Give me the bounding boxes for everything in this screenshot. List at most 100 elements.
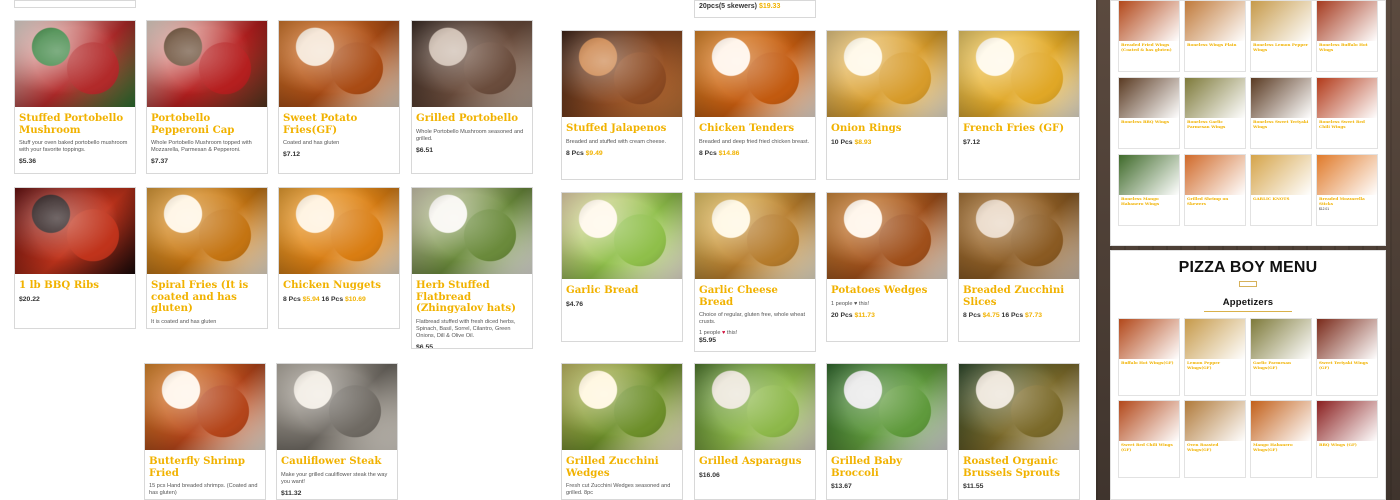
mini-menu-title[interactable]: Lemon Pepper Wings(GF)	[1185, 359, 1245, 370]
mini-menu-item[interactable]: Grilled Shrimp on Skewers	[1184, 154, 1246, 226]
mini-menu-item[interactable]: Breaded Mozzarella Sticks $12.01	[1316, 154, 1378, 226]
menu-pill[interactable]	[1239, 281, 1257, 287]
menu-item-card[interactable]: Portobello Pepperoni Cap Whole Portobello…	[146, 20, 268, 174]
menu-item-image[interactable]	[412, 21, 532, 107]
menu-item-card[interactable]: Garlic Cheese Bread Choice of regular, gl…	[694, 192, 816, 352]
mini-menu-item[interactable]: Boneless BBQ Wings	[1118, 77, 1180, 149]
mini-menu-title[interactable]: Boneless Mango Habanero Wings	[1119, 195, 1179, 206]
mini-menu-title[interactable]: BBQ Wings (GF)	[1317, 441, 1377, 448]
mini-menu-item[interactable]: Mango Habanero Wings(GF)	[1250, 400, 1312, 478]
menu-item-card[interactable]: Grilled Baby Broccoli $13.67	[826, 363, 948, 500]
menu-item-title[interactable]: Stuffed Portobello Mushroom	[19, 112, 131, 136]
mini-menu-item[interactable]: GARLIC KNOTS	[1250, 154, 1312, 226]
mini-menu-title[interactable]: Grilled Shrimp on Skewers	[1185, 195, 1245, 206]
mini-menu-item[interactable]: Sweet Teriyaki Wings (GF)	[1316, 318, 1378, 396]
mini-menu-title[interactable]: Breaded Fried Wings (Coated & has gluten…	[1119, 41, 1179, 52]
menu-item-title[interactable]: Butterfly Shrimp Fried	[149, 455, 261, 479]
menu-item-image[interactable]	[15, 188, 135, 274]
menu-item-image[interactable]	[562, 193, 682, 279]
menu-item-image[interactable]	[827, 364, 947, 450]
mini-menu-item[interactable]: Lemon Pepper Wings(GF)	[1184, 318, 1246, 396]
menu-item-image[interactable]	[15, 21, 135, 107]
mini-menu-image[interactable]	[1185, 1, 1245, 41]
mini-menu-title[interactable]: Mango Habanero Wings(GF)	[1251, 441, 1311, 452]
menu-item-card[interactable]: Grilled Portobello Whole Portobello Mushr…	[411, 20, 533, 174]
mini-menu-title[interactable]: GARLIC KNOTS	[1251, 195, 1311, 202]
mini-menu-image[interactable]	[1185, 401, 1245, 441]
mini-menu-title[interactable]: Boneless Garlic Parmesan Wings	[1185, 118, 1245, 129]
menu-item-card[interactable]: Roasted Organic Brussels Sprouts $11.55	[958, 363, 1080, 500]
menu-item-image[interactable]	[959, 31, 1079, 117]
menu-item-image[interactable]	[277, 364, 397, 450]
menu-item-card[interactable]: Grilled Zucchini Wedges Fresh cut Zucchin…	[561, 363, 683, 500]
menu-item-card[interactable]: Onion Rings 10 Pcs $8.93	[826, 30, 948, 180]
mini-menu-item[interactable]: Boneless Lemon Pepper Wings	[1250, 0, 1312, 72]
menu-item-card[interactable]: Grilled Asparagus $16.06	[694, 363, 816, 500]
menu-item-title[interactable]: Herb Stuffed Flatbread (Zhingyalov hats)	[416, 279, 528, 315]
mini-menu-title[interactable]: Sweet Red Chili Wings (GF)	[1119, 441, 1179, 452]
mini-menu-title[interactable]: Sweet Teriyaki Wings (GF)	[1317, 359, 1377, 370]
mini-menu-image[interactable]	[1185, 78, 1245, 118]
menu-item-image[interactable]	[147, 21, 267, 107]
menu-item-image[interactable]	[562, 31, 682, 117]
menu-item-title[interactable]: Grilled Portobello	[416, 112, 528, 125]
mini-menu-title[interactable]: Buffalo Hot Wings(GF)	[1119, 359, 1179, 366]
menu-item-card[interactable]: Chicken Nuggets 8 Pcs $5.94 16 Pcs $10.69	[278, 187, 400, 329]
menu-item-image[interactable]	[695, 364, 815, 450]
mini-menu-image[interactable]	[1251, 401, 1311, 441]
mini-menu-image[interactable]	[1119, 319, 1179, 359]
mini-menu-image[interactable]	[1119, 401, 1179, 441]
menu-item-card[interactable]: Sweet Potato Fries(GF) Coated and has glu…	[278, 20, 400, 174]
menu-item-image[interactable]	[695, 193, 815, 279]
menu-item-image[interactable]	[279, 21, 399, 107]
menu-item-image[interactable]	[412, 188, 532, 274]
menu-item-card[interactable]: Butterfly Shrimp Fried 15 pcs Hand breade…	[144, 363, 266, 500]
menu-item-card[interactable]: Breaded Zucchini Slices 8 Pcs $4.75 16 Pc…	[958, 192, 1080, 342]
menu-item-title[interactable]: Spiral Fries (It is coated and has glute…	[151, 279, 263, 315]
mini-menu-image[interactable]	[1251, 78, 1311, 118]
menu-item-image[interactable]	[959, 364, 1079, 450]
menu-item-card[interactable]: Chicken Tenders Breaded and deep fried fr…	[694, 30, 816, 180]
mini-menu-image[interactable]	[1317, 401, 1377, 441]
menu-item-card[interactable]: Potatoes Wedges 1 people ♥ this! 20 Pcs $1…	[826, 192, 948, 342]
mini-menu-item[interactable]: Boneless Sweet Teriyaki Wings	[1250, 77, 1312, 149]
mini-menu-item[interactable]: Boneless Garlic Parmesan Wings	[1184, 77, 1246, 149]
mini-menu-image[interactable]	[1185, 319, 1245, 359]
menu-item-card[interactable]: Garlic Bread $4.76	[561, 192, 683, 342]
menu-item-title[interactable]: Sweet Potato Fries(GF)	[283, 112, 395, 136]
menu-item-title[interactable]: 1 lb BBQ Ribs	[19, 279, 131, 292]
mini-menu-title[interactable]: Boneless Lemon Pepper Wings	[1251, 41, 1311, 52]
mini-menu-item[interactable]: Garlic Parmesan Wings(GF)	[1250, 318, 1312, 396]
menu-item-card[interactable]: Stuffed Jalapenos Breaded and stuffed wit…	[561, 30, 683, 180]
menu-item-card[interactable]: 1 lb BBQ Ribs $20.22	[14, 187, 136, 329]
menu-item-image[interactable]	[145, 364, 265, 450]
menu-item-card[interactable]: Cauliflower Steak Make your grilled cauli…	[276, 363, 398, 500]
menu-item-title[interactable]: Garlic Bread	[566, 284, 678, 297]
menu-item-title[interactable]: Cauliflower Steak	[281, 455, 393, 468]
menu-item-card[interactable]: Spiral Fries (It is coated and has glute…	[146, 187, 268, 329]
menu-item-title[interactable]: Chicken Tenders	[699, 122, 811, 135]
menu-item-image[interactable]	[562, 364, 682, 450]
mini-menu-title[interactable]: Boneless Buffalo Hot Wings	[1317, 41, 1377, 52]
menu-item-title[interactable]: Onion Rings	[831, 122, 943, 135]
mini-menu-item[interactable]: Buffalo Hot Wings(GF)	[1118, 318, 1180, 396]
menu-item-title[interactable]: Stuffed Jalapenos	[566, 122, 678, 135]
menu-item-image[interactable]	[827, 193, 947, 279]
menu-item-image[interactable]	[827, 31, 947, 117]
menu-item-title[interactable]: Grilled Asparagus	[699, 455, 811, 468]
mini-menu-title[interactable]: Boneless BBQ Wings	[1119, 118, 1179, 125]
menu-item-image[interactable]	[959, 193, 1079, 279]
mini-menu-item[interactable]: Oven Roasted Wings(GF)	[1184, 400, 1246, 478]
mini-menu-item[interactable]: Boneless Wings Plain	[1184, 0, 1246, 72]
mini-menu-title[interactable]: Boneless Sweet Teriyaki Wings	[1251, 118, 1311, 129]
mini-menu-title[interactable]: Boneless Sweet Red Chili Wings	[1317, 118, 1377, 129]
menu-item-image[interactable]	[695, 31, 815, 117]
mini-menu-item[interactable]: Sweet Red Chili Wings (GF)	[1118, 400, 1180, 478]
mini-menu-item[interactable]: BBQ Wings (GF)	[1316, 400, 1378, 478]
mini-menu-image[interactable]	[1119, 155, 1179, 195]
mini-menu-image[interactable]	[1251, 319, 1311, 359]
menu-item-title[interactable]: Garlic Cheese Bread	[699, 284, 811, 308]
menu-item-card[interactable]: Herb Stuffed Flatbread (Zhingyalov hats)…	[411, 187, 533, 349]
menu-item-card[interactable]: French Fries (GF) $7.12	[958, 30, 1080, 180]
menu-item-title[interactable]: Grilled Zucchini Wedges	[566, 455, 678, 479]
